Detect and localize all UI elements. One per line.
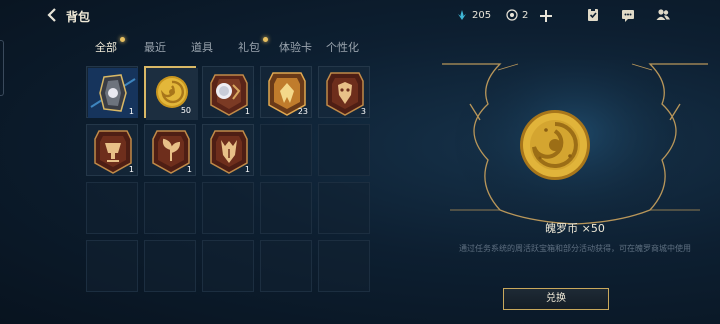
page-title: 背包 <box>66 10 91 24</box>
top-bar: 背包 205 2 <box>0 0 720 32</box>
item-description: 通过任务系统的周活跃宝箱和部分活动获得，可在魄罗商城中使用 <box>459 244 691 253</box>
category-tabs: 全部 最近 道具 礼包 体验卡 个性化 <box>86 37 359 56</box>
coin-icon <box>506 9 518 21</box>
empty-slot <box>260 124 312 176</box>
inventory-slot[interactable]: 1 <box>144 124 196 176</box>
tab-trial-cards[interactable]: 体验卡 <box>279 40 312 56</box>
empty-slot <box>144 182 196 234</box>
empty-slot <box>260 240 312 292</box>
tab-packs[interactable]: 礼包 <box>238 37 268 56</box>
empty-slot <box>144 240 196 292</box>
clipboard-check-icon[interactable] <box>585 7 601 23</box>
empty-slot <box>260 182 312 234</box>
gem-icon <box>458 10 466 20</box>
tab-recent[interactable]: 最近 <box>144 40 166 56</box>
tab-all[interactable]: 全部 <box>95 37 125 56</box>
item-count: 1 <box>244 107 250 116</box>
tab-customization[interactable]: 个性化 <box>326 40 359 56</box>
redeem-button[interactable]: 兑换 <box>503 288 609 310</box>
empty-slot <box>202 182 254 234</box>
item-count: 3 <box>360 107 366 116</box>
side-drawer-handle[interactable] <box>0 40 4 96</box>
empty-slot <box>318 182 370 234</box>
inventory-slot[interactable]: 1 <box>86 66 138 118</box>
item-count: 1 <box>244 165 250 174</box>
item-name: 魄罗币 ×50 <box>545 222 605 235</box>
gold-coin-icon <box>520 110 590 180</box>
coin-balance: 2 <box>506 9 528 21</box>
gem-balance: 205 <box>456 9 491 21</box>
chat-icon[interactable] <box>620 7 636 23</box>
item-count: 1 <box>186 165 192 174</box>
item-count: 23 <box>297 107 308 116</box>
plus-icon[interactable] <box>538 8 554 24</box>
item-count: 50 <box>180 106 191 115</box>
inventory-slot[interactable]: 3 <box>318 66 370 118</box>
coin-count: 2 <box>522 9 529 21</box>
friends-icon[interactable] <box>655 7 671 23</box>
tab-items[interactable]: 道具 <box>191 40 213 56</box>
inventory-slot[interactable]: 1 <box>86 124 138 176</box>
new-dot-icon <box>120 37 125 42</box>
inventory-slot[interactable]: 23 <box>260 66 312 118</box>
new-dot-icon <box>263 37 268 42</box>
inventory-slot[interactable]: 1 <box>202 124 254 176</box>
item-count: 1 <box>128 165 134 174</box>
empty-slot <box>318 124 370 176</box>
item-count: 1 <box>128 107 134 116</box>
empty-slot <box>86 240 138 292</box>
inventory-slot[interactable]: 1 <box>202 66 254 118</box>
empty-slot <box>86 182 138 234</box>
gem-count: 205 <box>472 9 492 21</box>
chevron-left-icon[interactable] <box>44 7 60 23</box>
inventory-slot-selected[interactable]: 50 <box>144 66 198 120</box>
empty-slot <box>318 240 370 292</box>
empty-slot <box>202 240 254 292</box>
